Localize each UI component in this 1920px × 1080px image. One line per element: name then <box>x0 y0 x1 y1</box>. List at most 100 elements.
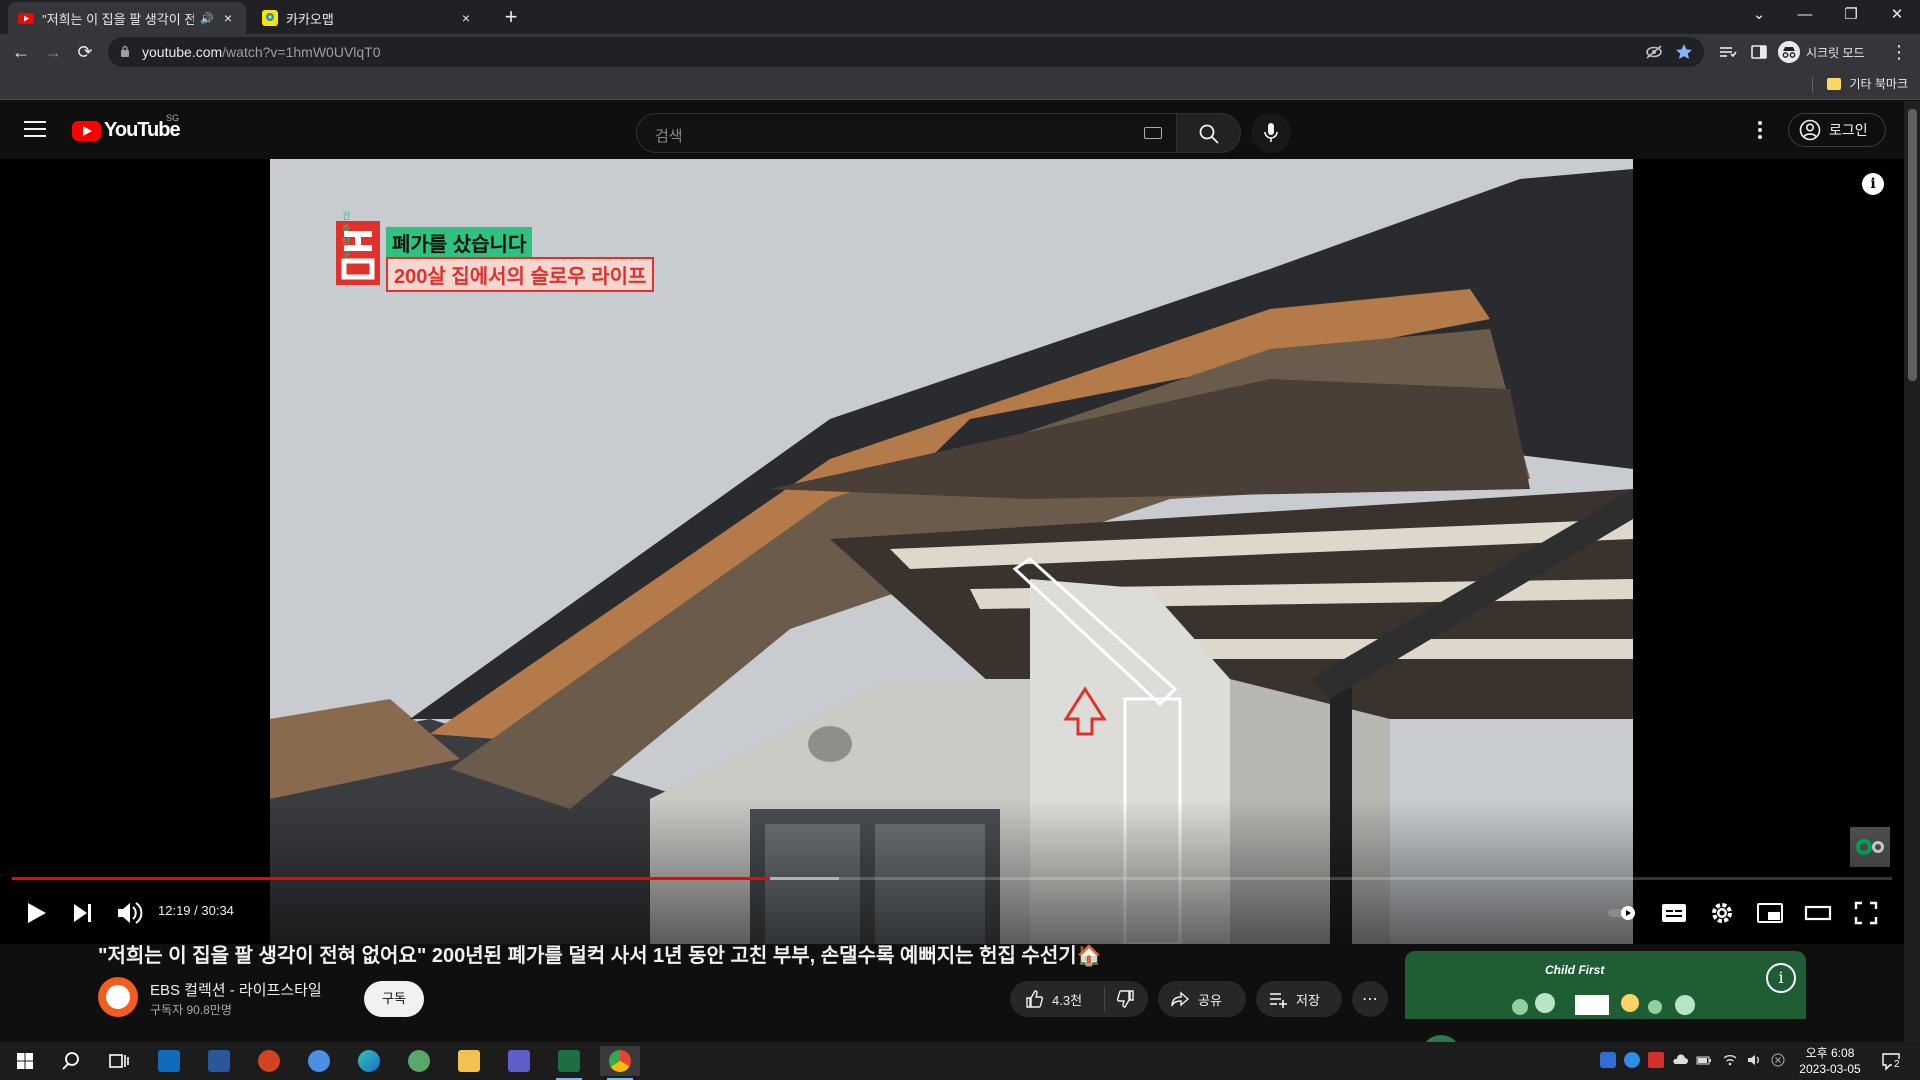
channel-avatar[interactable] <box>98 977 138 1017</box>
speaker-icon[interactable]: 🔊 <box>200 12 214 25</box>
address-bar[interactable]: youtube.com/watch?v=1hmW0UVlqT0 <box>108 37 1704 67</box>
keyboard-icon[interactable] <box>1144 127 1162 139</box>
restore-button[interactable]: ❐ <box>1828 0 1874 30</box>
security-tray-icon[interactable] <box>1600 1052 1616 1068</box>
reload-button[interactable]: ⟳ <box>72 39 98 65</box>
tab-title: 카카오맵 <box>286 11 334 27</box>
theater-mode-icon[interactable] <box>1798 889 1838 937</box>
taskbar-powerpoint[interactable] <box>254 1046 284 1076</box>
battery-tray-icon[interactable] <box>1696 1052 1712 1068</box>
search-icon <box>1199 124 1219 144</box>
bookmarks-separator <box>1812 77 1813 93</box>
wifi-tray-icon[interactable] <box>1722 1052 1738 1068</box>
autoplay-toggle-icon[interactable] <box>1604 889 1644 937</box>
taskbar-network[interactable] <box>404 1046 434 1076</box>
task-view-icon[interactable] <box>104 1046 134 1076</box>
cloud-tray-icon[interactable] <box>1672 1052 1688 1068</box>
share-label: 공유 <box>1198 992 1222 1008</box>
onedrive-tray-icon[interactable] <box>1624 1052 1640 1068</box>
search-button[interactable] <box>1177 113 1241 153</box>
settings-gear-icon[interactable] <box>1702 889 1742 937</box>
lock-icon[interactable] <box>120 45 130 57</box>
taskbar-edge[interactable] <box>354 1046 384 1076</box>
bookmarks-bar: 기타 북마크 <box>0 70 1920 100</box>
system-clock[interactable]: 오후 6:08 2023-03-05 <box>1790 1045 1870 1077</box>
info-icon[interactable]: i <box>1862 173 1884 195</box>
taskbar-explorer[interactable] <box>454 1046 484 1076</box>
youtube-favicon-icon <box>18 13 34 24</box>
tab-close-icon[interactable]: × <box>220 10 236 26</box>
close-circle-tray-icon[interactable] <box>1770 1052 1786 1068</box>
incognito-indicator[interactable]: 시크릿 모드 <box>1778 39 1865 65</box>
time-display: 12:19 / 30:34 <box>158 903 234 918</box>
back-button[interactable]: ← <box>8 39 34 65</box>
fullscreen-icon[interactable] <box>1846 889 1886 937</box>
new-tab-button[interactable]: + <box>498 5 524 31</box>
youtube-play-logo-icon <box>72 120 101 141</box>
channel-name[interactable]: EBS 컬렉션 - 라이프스타일 <box>150 979 322 1000</box>
save-label: 저장 <box>1296 992 1320 1008</box>
search-icon[interactable] <box>58 1046 88 1076</box>
taskbar-chrome[interactable] <box>600 1046 640 1080</box>
url-text[interactable]: youtube.com/watch?v=1hmW0UVlqT0 <box>142 44 381 60</box>
dislike-icon[interactable] <box>1116 989 1136 1009</box>
url-path: /watch?v=1hmW0UVlqT0 <box>222 44 381 60</box>
next-icon[interactable] <box>62 889 102 937</box>
menu-hamburger-icon[interactable] <box>24 121 46 139</box>
tab-close-icon[interactable]: × <box>458 10 474 26</box>
sign-in-button[interactable]: 로그인 <box>1788 113 1886 147</box>
volume-tray-icon[interactable] <box>1746 1052 1762 1068</box>
taskbar-outlook[interactable] <box>154 1046 184 1076</box>
play-icon[interactable] <box>16 889 56 937</box>
other-bookmarks-label: 기타 북마크 <box>1849 77 1908 91</box>
ad-info-icon[interactable]: i <box>1766 963 1796 993</box>
more-actions-button[interactable]: ⋯ <box>1352 981 1388 1017</box>
search-input[interactable]: 검색 <box>636 113 1177 153</box>
page-scrollbar[interactable] <box>1904 101 1920 1042</box>
tab-youtube[interactable]: "저희는 이 집을 팔 생각이 전혀 없어요" 🔊 × <box>8 2 246 34</box>
like-separator <box>1104 987 1105 1011</box>
volume-icon[interactable] <box>108 889 148 937</box>
other-bookmarks[interactable]: 기타 북마크 <box>1827 75 1908 92</box>
taskbar-excel[interactable] <box>554 1046 584 1080</box>
eye-slash-icon[interactable] <box>1644 42 1664 62</box>
side-panel-icon[interactable] <box>1748 39 1770 65</box>
close-window-button[interactable]: ✕ <box>1874 0 1920 30</box>
notification-count: 2 <box>1892 1059 1902 1070</box>
taskbar-teams[interactable] <box>504 1046 534 1076</box>
tab-kakaomap[interactable]: 카카오맵 × <box>252 2 484 34</box>
subscribe-button[interactable]: 구독 <box>364 981 424 1017</box>
subtitles-icon[interactable] <box>1654 889 1694 937</box>
progress-bar[interactable] <box>12 877 1892 880</box>
tab-strip: "저희는 이 집을 팔 생각이 전혀 없어요" 🔊 × 카카오맵 × + ⌄ —… <box>0 0 1920 34</box>
taskbar-word[interactable] <box>204 1046 234 1076</box>
settings-dots-icon[interactable] <box>1750 119 1770 141</box>
minimize-button[interactable]: — <box>1782 0 1828 30</box>
country-code: SG <box>166 113 180 123</box>
companion-ad[interactable]: Child First i <box>1405 951 1806 1042</box>
chrome-menu-button[interactable]: ⋮ <box>1888 39 1910 65</box>
incognito-icon <box>1778 41 1800 63</box>
like-icon[interactable] <box>1024 989 1044 1009</box>
taskbar-globe[interactable] <box>304 1046 334 1076</box>
like-count[interactable]: 4.3천 <box>1052 990 1082 1009</box>
tab-search-button[interactable]: ⌄ <box>1736 0 1782 30</box>
voice-search-button[interactable] <box>1251 113 1291 153</box>
forward-button[interactable]: → <box>40 39 66 65</box>
antivirus-tray-icon[interactable] <box>1648 1052 1664 1068</box>
notification-center-icon[interactable]: 2 <box>1880 1050 1902 1072</box>
ad-brand: Child First <box>1545 963 1605 977</box>
reading-list-icon[interactable] <box>1716 39 1738 65</box>
bookmark-star-icon[interactable] <box>1674 42 1694 62</box>
sign-in-label: 로그인 <box>1829 122 1868 138</box>
excel-icon <box>558 1050 580 1072</box>
scrollbar-thumb[interactable] <box>1908 109 1917 381</box>
youtube-logo[interactable]: YouTube SG <box>72 113 181 142</box>
share-button[interactable]: 공유 <box>1158 981 1246 1017</box>
video-player[interactable]: 건축탐구 폐가를 샀습니다 200살 집에서의 슬로우 라이프 i 12:19 … <box>0 159 1904 944</box>
masthead: YouTube SG 검색 로그인 <box>0 101 1904 159</box>
save-button[interactable]: 저장 <box>1256 981 1342 1017</box>
windows-start-icon[interactable] <box>10 1046 40 1076</box>
miniplayer-icon[interactable] <box>1750 889 1790 937</box>
url-host: youtube.com <box>142 44 223 60</box>
